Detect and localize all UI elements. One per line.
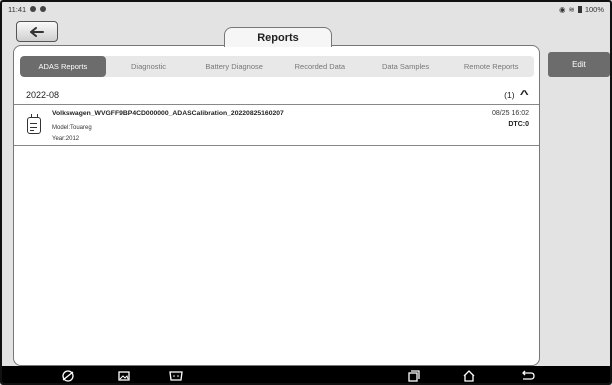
vci-icon[interactable] xyxy=(168,369,184,383)
tab-battery-diagnose[interactable]: Battery Diagnose xyxy=(191,56,277,77)
tab-diagnostic[interactable]: Diagnostic xyxy=(106,56,192,77)
report-model: Model:Touareg xyxy=(52,125,92,131)
system-nav-bar xyxy=(2,366,610,383)
back-icon[interactable] xyxy=(520,369,536,383)
battery-icon xyxy=(577,5,582,13)
tab-adas-reports[interactable]: ADAS Reports xyxy=(20,56,106,77)
reports-panel: ADAS Reports Diagnostic Battery Diagnose… xyxy=(13,45,540,366)
report-icon xyxy=(27,114,41,134)
report-year: Year:2012 xyxy=(52,136,80,142)
back-button[interactable] xyxy=(16,21,58,42)
chevron-up-icon[interactable]: ^ xyxy=(519,89,528,101)
group-header[interactable]: 2022-08 (1) ^ xyxy=(14,85,539,105)
group-date: 2022-08 xyxy=(26,89,60,100)
recent-apps-icon[interactable] xyxy=(406,369,422,383)
report-title: Volkswagen_WVGFF9BP4CD000000_ADASCalibra… xyxy=(52,110,284,117)
status-bar: 11:41 ◉ ≋ 100% xyxy=(2,2,610,16)
tab-data-samples[interactable]: Data Samples xyxy=(363,56,449,77)
group-right: (1) ^ xyxy=(504,89,528,101)
back-arrow-icon xyxy=(30,26,44,37)
report-row[interactable]: Volkswagen_WVGFF9BP4CD000000_ADASCalibra… xyxy=(14,106,539,146)
wifi-icon: ≋ xyxy=(568,4,575,14)
home-icon[interactable] xyxy=(461,369,477,383)
tab-recorded-data[interactable]: Recorded Data xyxy=(277,56,363,77)
tab-remote-reports[interactable]: Remote Reports xyxy=(448,56,534,77)
notification-icon xyxy=(30,6,37,12)
app-frame: 11:41 ◉ ≋ 100% Reports ADAS Reports Diag… xyxy=(0,0,612,385)
gallery-icon[interactable] xyxy=(116,369,132,383)
status-time: 11:41 xyxy=(8,4,27,14)
report-tabs: ADAS Reports Diagnostic Battery Diagnose… xyxy=(20,56,534,77)
battery-level: 100% xyxy=(584,4,604,14)
browser-icon[interactable] xyxy=(60,369,76,383)
report-datetime: 08/25 16:02 xyxy=(492,110,529,117)
notification-icon-2 xyxy=(40,6,47,12)
report-dtc: DTC:0 xyxy=(508,121,529,128)
status-right: ◉ ≋ 100% xyxy=(559,5,604,14)
group-count: (1) xyxy=(504,89,515,100)
location-icon: ◉ xyxy=(558,4,566,14)
edit-button[interactable]: Edit xyxy=(548,52,610,77)
status-left: 11:41 xyxy=(8,4,47,14)
page-title: Reports xyxy=(224,27,332,47)
